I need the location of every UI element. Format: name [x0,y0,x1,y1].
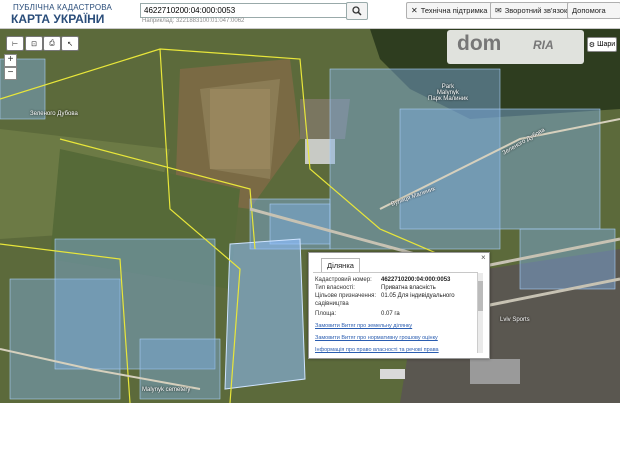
search-button[interactable] [346,2,368,20]
watermark-dom: dom [457,32,502,55]
field-label: Площа: [315,311,337,317]
close-icon[interactable]: × [481,253,486,262]
sports-label: Lviv Sports [500,317,530,323]
feedback-button[interactable]: ✉ Зворотний зв'язок [490,2,571,19]
print-tool[interactable]: ⎙ [43,36,61,51]
measure-length-tool[interactable]: ⊢ [6,36,24,51]
select-tool[interactable]: ↖ [61,36,79,51]
field-label: Цільове призначення: [315,293,377,299]
field-value: 0.07 га [381,311,400,317]
layers-icon: ⚙ [588,41,596,49]
feedback-label: Зворотний зв'язок [504,6,568,15]
cadastral-search-input[interactable]: 4622710200:04:000:0053 [140,3,348,18]
print-icon: ⎙ [49,39,55,47]
field-value: садівництва [315,301,349,307]
field-value: 4622710200:04:000:0053 [381,277,451,283]
scroll-thumb[interactable] [478,281,483,311]
cursor-icon: ↖ [67,40,73,48]
help-button[interactable]: Допомога [567,2,620,19]
search-icon [352,6,362,16]
domria-watermark: dom RIA [447,30,584,64]
tech-support-button[interactable]: ✕ Технічна підтримка [406,2,494,19]
parcel-details: Кадастровий номер: 4622710200:04:000:005… [313,272,478,355]
help-label: Допомога [572,6,606,15]
area-icon: ⊡ [31,40,37,48]
tab-parcel[interactable]: Ділянка [321,258,360,272]
zoom-out-button[interactable]: − [4,67,17,80]
mail-icon: ✉ [495,6,502,15]
order-valuation-link[interactable]: Замовити Витяг про нормативну грошову оц… [315,335,438,341]
layers-label: Шари [597,41,616,48]
cemetery-label: Malynyk cemetery [142,387,191,393]
zoom-in-button[interactable]: + [4,54,17,67]
layers-button[interactable]: ⚙ Шари [587,37,617,52]
watermark-ria: RIA [533,38,554,52]
search-hint: Наприклад: 3221883100:01:047:0062 [142,18,245,24]
field-label: Кадастровий номер: [315,277,372,283]
wrench-icon: ✕ [411,6,418,15]
ownership-info-link[interactable]: Інформація про право власності та речові… [315,347,439,353]
measure-area-tool[interactable]: ⊡ [25,36,43,51]
logo-title-line2: КАРТА УКРАЇНИ [11,12,105,26]
field-value: Приватна власність [381,285,436,291]
ruler-icon: ⊢ [11,40,19,48]
parcel-info-popup: Ділянка × Кадастровий номер: 4622710200:… [308,252,490,359]
order-extract-link[interactable]: Замовити Витяг про земельну ділянку [315,323,412,329]
field-value: 01.05 Для індивідуального [381,293,455,299]
street-label-1: Зеленого Дубова [30,111,78,117]
field-label: Тип власності: [315,285,355,291]
popup-scrollbar[interactable] [477,273,483,353]
park-label: Park Malynyk Парк Малиник [428,84,468,102]
tech-support-label: Технічна підтримка [420,6,488,15]
page-footer [0,403,620,460]
header-bar: ПУБЛІЧНА КАДАСТРОВА КАРТА УКРАЇНИ 462271… [0,0,620,29]
logo-title-line1: ПУБЛІЧНА КАДАСТРОВА [13,3,113,12]
